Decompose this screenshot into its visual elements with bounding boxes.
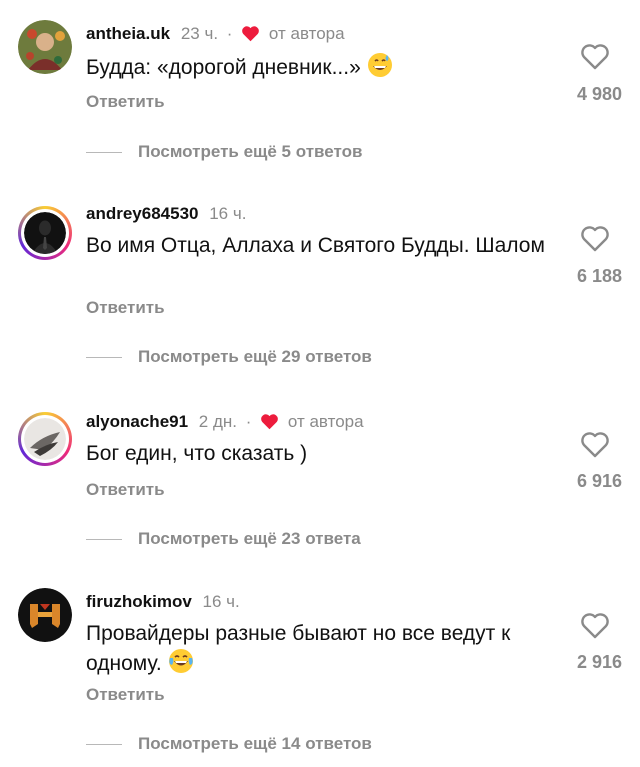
comment-meta: antheia.uk 23 ч. · от автора — [86, 24, 345, 47]
view-replies-button[interactable]: Посмотреть ещё 23 ответа — [86, 529, 361, 549]
like-heart-icon[interactable] — [580, 42, 610, 70]
like-heart-icon[interactable] — [580, 430, 610, 458]
separator-dot: · — [245, 412, 252, 431]
replies-divider-line — [86, 152, 122, 154]
like-count: 6 188 — [576, 266, 622, 286]
avatar[interactable] — [18, 588, 72, 642]
avatar-image — [24, 212, 66, 254]
view-replies-label: Посмотреть ещё 14 ответов — [138, 734, 372, 753]
avatar-image — [18, 588, 72, 642]
tears-of-joy-emoji-icon — [168, 648, 194, 682]
reply-button[interactable]: Ответить — [86, 480, 165, 500]
author-liked-label: от автора — [287, 412, 364, 431]
replies-divider-line — [86, 744, 122, 746]
view-replies-button[interactable]: Посмотреть ещё 5 ответов — [86, 142, 362, 162]
timestamp: 2 дн. — [198, 412, 238, 431]
comment-text: Бог един, что сказать ) — [86, 440, 546, 468]
timestamp: 16 ч. — [202, 592, 240, 611]
reply-button[interactable]: Ответить — [86, 92, 165, 112]
username[interactable]: andrey684530 — [86, 204, 198, 223]
like-count: 4 980 — [576, 84, 622, 104]
replies-divider-line — [86, 357, 122, 359]
replies-divider-line — [86, 539, 122, 541]
timestamp: 23 ч. — [180, 24, 219, 43]
separator-dot: · — [226, 24, 233, 43]
view-replies-button[interactable]: Посмотреть ещё 14 ответов — [86, 734, 372, 754]
comment-meta: alyonache91 2 дн. · от автора — [86, 412, 364, 435]
view-replies-label: Посмотреть ещё 5 ответов — [138, 142, 363, 161]
reply-button[interactable]: Ответить — [86, 298, 165, 318]
like-count: 2 916 — [576, 652, 622, 672]
username[interactable]: alyonache91 — [86, 412, 188, 431]
avatar[interactable] — [18, 20, 72, 74]
author-like-heart-icon — [260, 413, 279, 435]
avatar[interactable] — [18, 206, 72, 260]
comment-text: Провайдеры разные бывают но все ведут к … — [86, 620, 546, 682]
view-replies-label: Посмотреть ещё 29 ответов — [138, 347, 372, 366]
like-heart-icon[interactable] — [580, 611, 610, 639]
comment-meta: firuzhokimov 16 ч. — [86, 592, 240, 612]
comment-body: Будда: «дорогой дневник...» — [86, 56, 361, 79]
comment-text: Будда: «дорогой дневник...» — [86, 52, 546, 86]
author-liked-label: от автора — [268, 24, 345, 43]
comment-body: Во имя Отца, Аллаха и Святого Будды. Шал… — [86, 234, 545, 257]
username[interactable]: firuzhokimov — [86, 592, 192, 611]
avatar[interactable] — [18, 412, 72, 466]
like-heart-icon[interactable] — [580, 224, 610, 252]
username[interactable]: antheia.uk — [86, 24, 170, 43]
like-count: 6 916 — [576, 471, 622, 491]
grinning-sweat-emoji-icon — [367, 52, 393, 86]
author-like-heart-icon — [241, 25, 260, 47]
timestamp: 16 ч. — [209, 204, 247, 223]
comment-meta: andrey684530 16 ч. — [86, 204, 246, 224]
avatar-image — [24, 418, 66, 460]
view-replies-label: Посмотреть ещё 23 ответа — [138, 529, 361, 548]
comment-body: Провайдеры разные бывают но все ведут к … — [86, 622, 511, 675]
comment-body: Бог един, что сказать ) — [86, 442, 308, 465]
avatar-image — [18, 20, 72, 74]
reply-button[interactable]: Ответить — [86, 685, 165, 705]
comment-text: Во имя Отца, Аллаха и Святого Будды. Шал… — [86, 232, 546, 260]
view-replies-button[interactable]: Посмотреть ещё 29 ответов — [86, 347, 372, 367]
